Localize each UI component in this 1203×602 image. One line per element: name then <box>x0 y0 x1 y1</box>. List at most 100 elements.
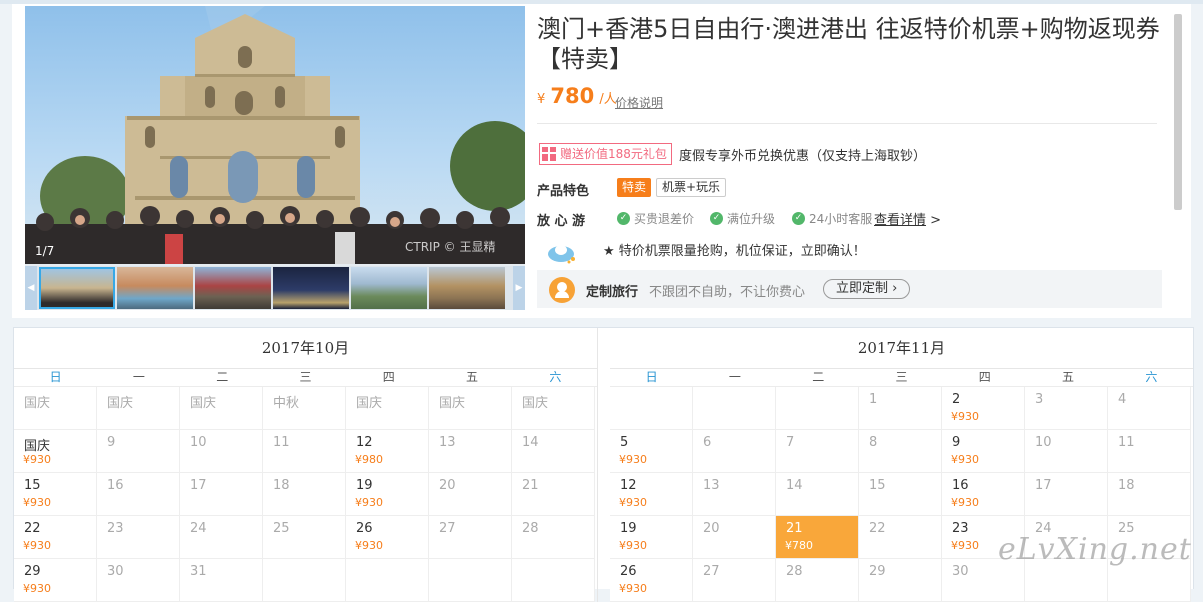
day-label: 7 <box>786 435 795 450</box>
day-label: 29 <box>869 564 886 579</box>
calendar-day-cell[interactable]: 16 <box>97 473 180 516</box>
calendar-day-cell[interactable]: 12 ¥980 <box>346 430 429 473</box>
calendar-day-cell[interactable]: 国庆 <box>97 387 180 430</box>
calendar-day-cell[interactable]: 29 ¥930 <box>14 559 97 602</box>
thumbnail-temple[interactable] <box>195 267 271 309</box>
thumbnail-venetian[interactable] <box>117 267 193 309</box>
price-note-link[interactable]: 价格说明 <box>615 94 663 111</box>
calendar-day-cell[interactable]: 24 <box>180 516 263 559</box>
day-price: ¥930 <box>619 539 647 552</box>
calendar-day-cell[interactable]: 9 ¥930 <box>942 430 1025 473</box>
calendar-day-cell[interactable]: 国庆 <box>512 387 595 430</box>
day-label: 17 <box>190 478 207 493</box>
day-label: 5 <box>620 435 629 450</box>
calendar-day-cell[interactable]: 27 <box>693 559 776 602</box>
calendar-day-cell[interactable]: 28 <box>512 516 595 559</box>
calendar-day-cell[interactable]: 26 ¥930 <box>346 516 429 559</box>
day-label: 国庆 <box>190 396 217 411</box>
calendar-day-cell[interactable]: 30 <box>97 559 180 602</box>
day-grid: 国庆 国庆 国庆 中秋 国庆 国庆 国庆 国庆 ¥930 9 10 11 12 ¥980 13 14 15 ¥93… <box>14 387 597 602</box>
calendar-day-cell[interactable]: 21 ¥780 <box>776 516 859 559</box>
calendar-day-cell[interactable]: 中秋 <box>263 387 346 430</box>
calendar-day-cell[interactable]: 21 <box>512 473 595 516</box>
day-label: 23 <box>952 521 969 536</box>
day-label: 20 <box>439 478 456 493</box>
weekday-header: 日 一 二 三 四 五 六 <box>610 369 1193 387</box>
thumbnail-street[interactable] <box>429 267 505 309</box>
day-label: 18 <box>1118 478 1135 493</box>
calendar-day-cell[interactable]: 16 ¥930 <box>942 473 1025 516</box>
thumb-next-arrow-icon[interactable]: ▶ <box>513 266 525 310</box>
calendar-day-cell <box>776 387 859 430</box>
calendar-day-cell[interactable]: 17 <box>180 473 263 516</box>
calendar-day-cell[interactable]: 1 <box>859 387 942 430</box>
calendar-day-cell[interactable]: 27 <box>429 516 512 559</box>
calendar-day-cell[interactable]: 10 <box>180 430 263 473</box>
calendar-day-cell[interactable]: 4 <box>1108 387 1191 430</box>
day-label: 27 <box>439 521 456 536</box>
calendar-day-cell[interactable]: 29 <box>859 559 942 602</box>
calendar-day-cell[interactable]: 15 <box>859 473 942 516</box>
calendar-day-cell[interactable]: 28 <box>776 559 859 602</box>
custom-now-button[interactable]: 立即定制 › <box>823 279 911 299</box>
calendar-day-cell[interactable]: 19 ¥930 <box>346 473 429 516</box>
hero-photo[interactable]: 1/7 CTRIP © 王显精 <box>25 6 525 264</box>
calendar-day-cell[interactable]: 14 <box>512 430 595 473</box>
calendar-day-cell[interactable]: 14 <box>776 473 859 516</box>
calendar-day-cell[interactable]: 8 <box>859 430 942 473</box>
calendar-day-cell[interactable]: 2 ¥930 <box>942 387 1025 430</box>
calendar-day-cell[interactable]: 23 <box>97 516 180 559</box>
calendar-day-cell[interactable]: 20 <box>429 473 512 516</box>
calendar-day-cell[interactable]: 5 ¥930 <box>610 430 693 473</box>
calendar-day-cell[interactable]: 15 ¥930 <box>14 473 97 516</box>
thumbnail-hills[interactable] <box>351 267 427 309</box>
assurance-detail-link[interactable]: 查看详情 > <box>874 209 941 228</box>
day-grid: 1 2 ¥930 3 4 5 ¥930 6 7 8 9 ¥930 10 11 12 ¥930 13 14 15 16 ¥… <box>610 387 1193 602</box>
calendar-day-cell[interactable]: 11 <box>263 430 346 473</box>
calendar-day-cell[interactable]: 国庆 ¥930 <box>14 430 97 473</box>
day-label: 22 <box>24 521 41 536</box>
thumbnail-ferris-wheel[interactable] <box>273 267 349 309</box>
calendar-day-cell[interactable]: 11 <box>1108 430 1191 473</box>
calendar-day-cell[interactable]: 国庆 <box>429 387 512 430</box>
calendar-day-cell[interactable]: 18 <box>1108 473 1191 516</box>
calendar-day-cell[interactable]: 10 <box>1025 430 1108 473</box>
day-price: ¥930 <box>951 453 979 466</box>
day-price: ¥930 <box>355 539 383 552</box>
price-value: 780 <box>550 84 595 108</box>
day-price: ¥930 <box>951 410 979 423</box>
day-label: 9 <box>952 435 961 450</box>
calendar-day-cell[interactable]: 26 ¥930 <box>610 559 693 602</box>
calendar-day-cell[interactable]: 18 <box>263 473 346 516</box>
calendar-day-cell[interactable]: 31 <box>180 559 263 602</box>
calendar-day-cell[interactable]: 9 <box>97 430 180 473</box>
calendar-day-cell[interactable]: 国庆 <box>346 387 429 430</box>
thumb-prev-arrow-icon[interactable]: ◀ <box>25 266 37 310</box>
weekday-mon: 一 <box>132 370 145 384</box>
thumbnail-ruins[interactable] <box>39 267 115 309</box>
calendar-day-cell[interactable]: 22 ¥930 <box>14 516 97 559</box>
day-label: 3 <box>1035 392 1044 407</box>
weekday-mon: 一 <box>728 370 741 384</box>
calendar-day-cell[interactable]: 国庆 <box>14 387 97 430</box>
calendar-day-cell[interactable]: 7 <box>776 430 859 473</box>
calendar-day-cell[interactable]: 20 <box>693 516 776 559</box>
calendar-day-cell[interactable]: 25 <box>263 516 346 559</box>
calendar-day-cell[interactable]: 13 <box>693 473 776 516</box>
calendar-day-cell[interactable]: 3 <box>1025 387 1108 430</box>
day-label: 1 <box>869 392 878 407</box>
product-info: 澳门+香港5日自由行·澳进港出 往返特价机票+购物返现券【特卖】 ¥ 780 /… <box>537 4 1177 314</box>
day-label: 28 <box>522 521 539 536</box>
gift-badge-label: 赠送价值188元礼包 <box>560 147 667 161</box>
calendar-day-cell[interactable]: 22 <box>859 516 942 559</box>
calendar-day-cell[interactable]: 6 <box>693 430 776 473</box>
scrollbar[interactable] <box>1174 14 1182 210</box>
calendar-day-cell[interactable]: 国庆 <box>180 387 263 430</box>
calendar-day-cell[interactable]: 17 <box>1025 473 1108 516</box>
day-price: ¥930 <box>951 539 979 552</box>
weekday-thu: 四 <box>978 370 991 384</box>
calendar-day-cell[interactable]: 12 ¥930 <box>610 473 693 516</box>
calendar-day-cell[interactable]: 13 <box>429 430 512 473</box>
calendar-day-cell[interactable]: 19 ¥930 <box>610 516 693 559</box>
assurance-item-price: ✓ 买贵退差价 <box>617 210 694 227</box>
